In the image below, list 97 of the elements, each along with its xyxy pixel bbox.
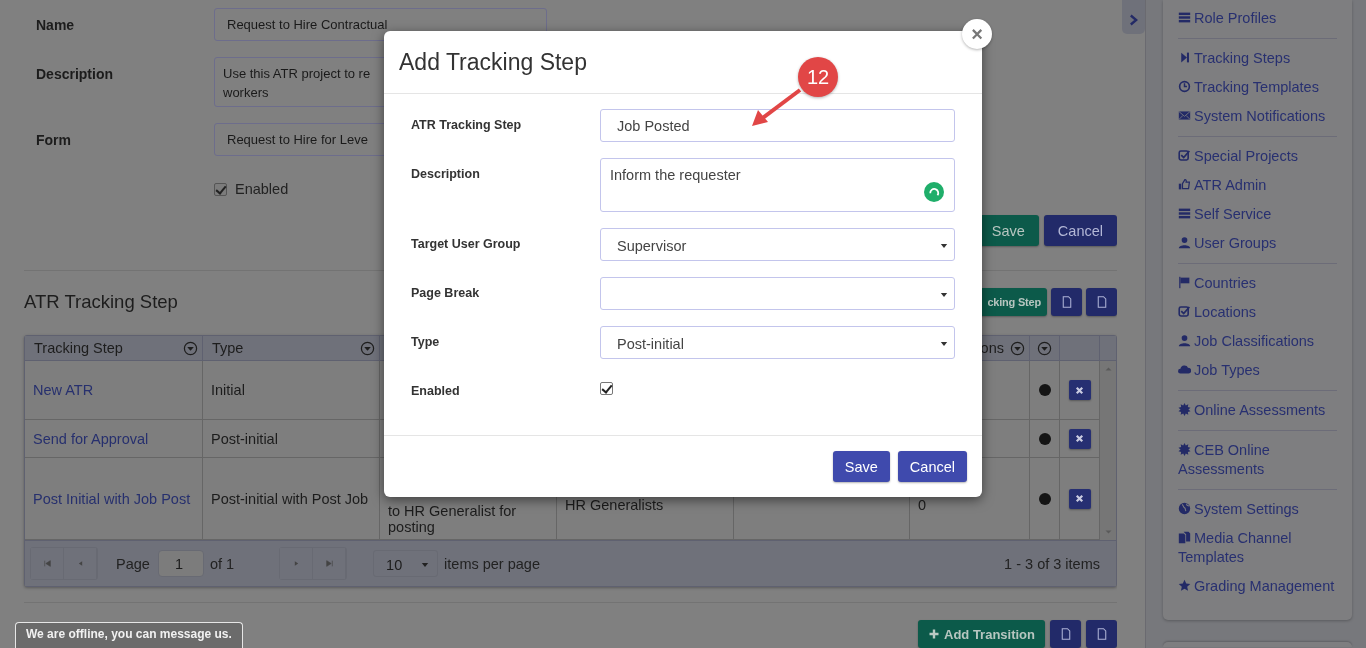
close-icon xyxy=(1074,493,1085,504)
step-link[interactable]: New ATR xyxy=(33,382,94,398)
select-field[interactable]: Post-initial xyxy=(600,326,955,359)
column-header[interactable] xyxy=(1030,336,1060,361)
table-cell: Initial xyxy=(203,361,380,420)
close-icon xyxy=(1074,433,1085,444)
caret-icon xyxy=(940,242,948,249)
checkbox-label: Enabled xyxy=(235,181,289,197)
globe-icon xyxy=(1178,502,1191,515)
column-header[interactable]: Type xyxy=(203,336,380,361)
checkbox[interactable] xyxy=(600,382,613,395)
sidebar-link[interactable]: System Settings xyxy=(1178,495,1337,524)
cloud-icon xyxy=(1178,363,1191,376)
select-field[interactable]: Supervisor xyxy=(600,228,955,261)
field-label: Description xyxy=(36,65,114,82)
section-heading: ATR Tracking Step xyxy=(24,291,178,313)
pdf-export-button[interactable] xyxy=(1086,288,1117,316)
spinner-icon xyxy=(924,182,944,202)
envelope-icon xyxy=(1178,109,1191,122)
excel-export-button[interactable] xyxy=(1051,288,1082,316)
last-page-icon xyxy=(324,559,334,568)
column-header[interactable]: Tracking Step xyxy=(25,336,203,361)
sidebar-link[interactable]: Role Profiles xyxy=(1178,4,1337,33)
chat-status-badge[interactable]: We are offline, you can message us. xyxy=(15,622,243,648)
excel-export-button[interactable] xyxy=(1050,620,1081,648)
thumbs-up-icon xyxy=(1178,178,1191,191)
sidebar-link[interactable]: Self Service xyxy=(1178,200,1337,229)
chevron-right-icon xyxy=(1129,14,1138,26)
sidebar-link[interactable]: Media Channel Templates xyxy=(1178,524,1337,572)
sidebar-link[interactable]: Online Assessments xyxy=(1178,396,1337,425)
sidebar-link[interactable]: Special Projects xyxy=(1178,142,1337,171)
sidebar-link[interactable]: Locations xyxy=(1178,298,1337,327)
document-icon xyxy=(1059,627,1072,641)
pager-label: Page xyxy=(116,555,150,572)
document-icon xyxy=(1060,295,1073,309)
sidebar-link[interactable]: Countries xyxy=(1178,269,1337,298)
caret-icon xyxy=(940,291,948,298)
field-label: Type xyxy=(411,334,441,351)
cancel-button[interactable]: Cancel xyxy=(897,451,967,482)
pager-summary: 1 - 3 of 3 items xyxy=(1004,555,1100,572)
table-cell: Post-initial xyxy=(203,420,380,458)
cancel-button[interactable]: Cancel xyxy=(1043,215,1117,246)
step-link[interactable]: Send for Approval xyxy=(33,430,149,447)
delete-button[interactable] xyxy=(1068,488,1091,509)
field-label: Enabled xyxy=(411,383,461,398)
field-label: Description xyxy=(411,166,481,183)
close-button[interactable]: × xyxy=(962,19,992,49)
step-forward-icon xyxy=(1178,51,1191,64)
scroll-up-icon xyxy=(1103,366,1113,372)
delete-button[interactable] xyxy=(1068,428,1091,449)
list-icon xyxy=(1178,207,1191,220)
clock-icon xyxy=(1178,80,1191,93)
checkbox-icon xyxy=(1178,149,1191,162)
sidebar-link[interactable]: User Groups xyxy=(1178,229,1337,258)
caret-icon xyxy=(940,340,948,347)
user-icon xyxy=(1178,236,1191,249)
sidebar-link[interactable]: CEB Online Assessments xyxy=(1178,436,1337,484)
checkbox-icon xyxy=(1178,305,1191,318)
pager-label: of 1 xyxy=(209,555,235,572)
sidebar-link[interactable]: Job Types xyxy=(1178,356,1337,385)
sidebar-link[interactable]: Tracking Templates xyxy=(1178,73,1337,102)
field-label: Page Break xyxy=(411,285,481,302)
textarea-field[interactable]: Inform the requester xyxy=(600,158,955,212)
burst-icon xyxy=(1178,443,1191,456)
scrollbar[interactable] xyxy=(1100,361,1116,540)
user-icon xyxy=(1178,334,1191,347)
close-icon xyxy=(1074,384,1085,396)
page-input[interactable]: 1 xyxy=(157,550,204,577)
first-page-icon xyxy=(42,559,52,568)
add-transition-button[interactable]: Add Transition xyxy=(918,620,1045,648)
pdf-export-button[interactable] xyxy=(1086,620,1117,648)
sidebar-link[interactable]: System Notifications xyxy=(1178,102,1337,131)
sidebar-link[interactable]: Grading Management xyxy=(1178,572,1337,601)
select-field[interactable] xyxy=(600,277,955,310)
star-icon xyxy=(1178,579,1191,592)
sidebar-link[interactable]: ATR Admin xyxy=(1178,171,1337,200)
caret-icon xyxy=(421,561,430,568)
delete-button[interactable] xyxy=(1068,380,1091,400)
plus-icon xyxy=(928,628,940,640)
page-size-select[interactable]: 10 xyxy=(373,550,439,577)
sidebar-toggle[interactable] xyxy=(1122,0,1145,34)
field-label: Name xyxy=(36,16,76,33)
documents-icon xyxy=(1178,531,1191,544)
list-icon xyxy=(1178,11,1191,24)
flag-icon xyxy=(1178,276,1191,289)
step-link[interactable]: Post Initial with Job Post xyxy=(33,490,191,507)
sidebar-link[interactable]: Tracking Steps xyxy=(1178,44,1337,73)
checkbox[interactable] xyxy=(214,182,227,196)
document-icon xyxy=(1095,627,1108,641)
pager-label: items per page xyxy=(444,555,540,572)
field-label: Form xyxy=(36,131,72,148)
field-label: Target User Group xyxy=(411,236,522,253)
burst-icon xyxy=(1178,403,1191,416)
document-icon xyxy=(1095,295,1108,309)
sidebar-link[interactable]: Job Classifications xyxy=(1178,327,1337,356)
save-button[interactable]: Save xyxy=(832,451,890,482)
input-field[interactable]: Job Posted xyxy=(600,109,955,142)
